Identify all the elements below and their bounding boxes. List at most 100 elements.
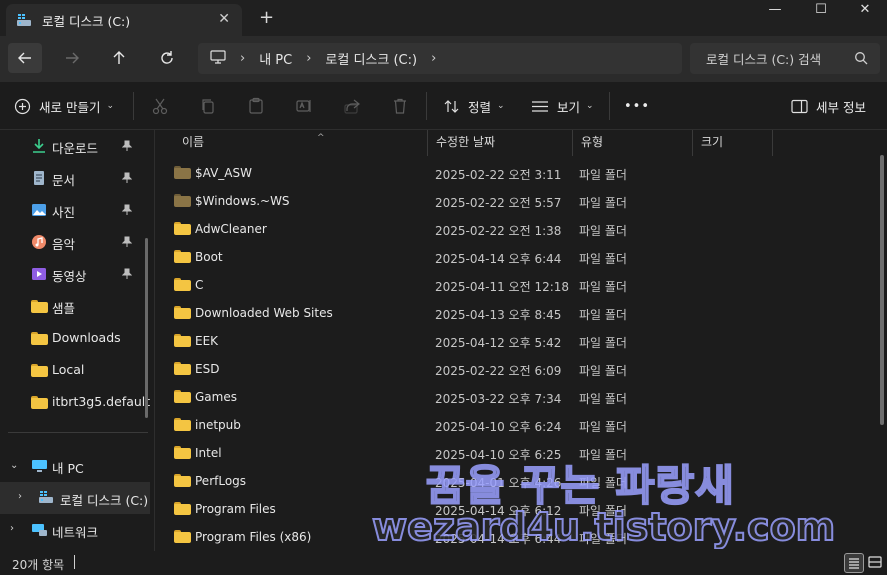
table-row[interactable]: C 2025-04-11 오전 12:18 파일 폴더 xyxy=(156,271,887,299)
sidebar-item-label: 네트워크 xyxy=(52,525,99,540)
chevron-right-icon[interactable]: › xyxy=(10,523,14,534)
sidebar-item-network[interactable]: › 네트워크 xyxy=(0,514,150,546)
details-view-button[interactable] xyxy=(844,553,864,573)
sidebar-item[interactable]: 문서 xyxy=(0,162,150,194)
sidebar-item[interactable]: Local xyxy=(0,354,150,386)
table-row[interactable]: $Windows.~WS 2025-02-22 오전 5:57 파일 폴더 xyxy=(156,187,887,215)
file-name: inetpub xyxy=(195,418,241,432)
table-row[interactable]: Games 2025-03-22 오후 7:34 파일 폴더 xyxy=(156,383,887,411)
refresh-button[interactable] xyxy=(150,43,184,73)
file-date: 2025-02-22 오전 1:38 xyxy=(435,224,562,238)
column-header-size[interactable]: 크기 xyxy=(693,130,773,156)
sidebar-item[interactable]: 사진 xyxy=(0,194,150,226)
view-button[interactable]: 보기 ⌄ xyxy=(531,82,594,130)
folder-icon xyxy=(174,306,191,319)
details-view-icon xyxy=(849,558,859,569)
column-header-type[interactable]: 유형 xyxy=(573,130,693,156)
tab-close-icon[interactable]: ✕ xyxy=(218,11,230,27)
file-type: 파일 폴더 xyxy=(579,336,627,350)
sidebar-item[interactable]: 샘플 xyxy=(0,290,150,322)
back-button[interactable] xyxy=(8,43,42,73)
minimize-button[interactable]: — xyxy=(752,0,798,22)
file-name: Boot xyxy=(195,250,223,264)
sidebar-scrollbar[interactable] xyxy=(145,238,148,418)
cut-icon[interactable] xyxy=(151,97,169,115)
download-icon xyxy=(31,138,47,154)
file-name: $AV_ASW xyxy=(195,166,252,180)
file-type: 파일 폴더 xyxy=(579,280,627,294)
share-icon[interactable] xyxy=(343,97,361,115)
drive-icon xyxy=(16,13,32,27)
table-row[interactable]: ESD 2025-02-22 오전 6:09 파일 폴더 xyxy=(156,355,887,383)
breadcrumb-local-disk[interactable]: 로컬 디스크 (C:) xyxy=(325,49,417,68)
sidebar-item[interactable]: 다운로드 xyxy=(0,130,150,162)
sidebar-item-this-pc[interactable]: ⌄ 내 PC xyxy=(0,450,150,482)
new-button[interactable]: 새로 만들기 ⌄ xyxy=(14,82,114,130)
folder-icon xyxy=(174,418,191,431)
watermark-title: 꿈을 꾸는 파랑새 xyxy=(425,460,735,511)
column-header-name[interactable]: ^ 이름 xyxy=(174,130,428,156)
table-row[interactable]: inetpub 2025-04-10 오후 6:24 파일 폴더 xyxy=(156,411,887,439)
table-row[interactable]: Boot 2025-04-14 오후 6:44 파일 폴더 xyxy=(156,243,887,271)
title-bar: 로컬 디스크 (C:) ✕ + — ☐ ✕ xyxy=(0,0,887,36)
paste-icon[interactable] xyxy=(247,97,265,115)
file-name: EEK xyxy=(195,334,219,348)
sidebar-item[interactable]: 음악 xyxy=(0,226,150,258)
file-name: Games xyxy=(195,390,237,404)
table-row[interactable]: Downloaded Web Sites 2025-04-13 오후 8:45 파일… xyxy=(156,299,887,327)
address-bar[interactable]: › 내 PC › 로컬 디스크 (C:) › xyxy=(198,43,682,74)
folder-icon xyxy=(174,530,191,543)
breadcrumb-separator[interactable]: › xyxy=(431,51,436,66)
copy-icon[interactable] xyxy=(199,97,217,115)
column-label: 크기 xyxy=(701,135,724,149)
file-type: 파일 폴더 xyxy=(579,308,627,322)
chevron-down-icon[interactable]: ⌄ xyxy=(10,460,18,471)
delete-icon[interactable] xyxy=(391,97,409,115)
folder-icon xyxy=(174,474,191,487)
more-options-button[interactable]: ••• xyxy=(624,82,650,130)
details-pane-button[interactable]: 세부 정보 xyxy=(791,82,866,130)
folder-icon xyxy=(174,362,191,375)
chevron-right-icon[interactable]: › xyxy=(18,491,22,502)
new-tab-button[interactable]: + xyxy=(259,7,274,28)
navigation-pane: 다운로드문서사진 음악 동영상샘플 Downloads Local itbrt3g5.de… xyxy=(0,130,155,551)
table-row[interactable]: $AV_ASW 2025-02-22 오전 3:11 파일 폴더 xyxy=(156,159,887,187)
music-icon xyxy=(31,234,47,250)
details-pane-icon xyxy=(791,99,808,113)
file-date: 2025-04-10 오후 6:24 xyxy=(435,420,562,434)
file-date: 2025-04-12 오후 5:42 xyxy=(435,336,562,350)
video-icon xyxy=(31,266,47,282)
tab-local-disk[interactable]: 로컬 디스크 (C:) ✕ xyxy=(6,4,242,36)
file-name: AdwCleaner xyxy=(195,222,267,236)
rename-icon[interactable] xyxy=(295,97,313,115)
file-list-scrollbar[interactable] xyxy=(880,155,884,425)
sidebar-item-label: 샘플 xyxy=(52,301,76,316)
table-row[interactable]: AdwCleaner 2025-02-22 오전 1:38 파일 폴더 xyxy=(156,215,887,243)
chevron-down-icon: ⌄ xyxy=(497,101,505,111)
sidebar-item-label: Local xyxy=(52,362,85,377)
close-button[interactable]: ✕ xyxy=(842,0,887,22)
sidebar-item[interactable]: Downloads xyxy=(0,322,150,354)
monitor-icon xyxy=(210,49,226,68)
network-icon xyxy=(31,522,47,538)
file-date: 2025-02-22 오전 5:57 xyxy=(435,196,562,210)
file-name: Program Files xyxy=(195,502,276,516)
forward-button[interactable] xyxy=(55,43,89,73)
search-input[interactable]: 로컬 디스크 (C:) 검색 xyxy=(690,43,880,74)
sort-button[interactable]: 정렬 ⌄ xyxy=(443,82,505,130)
sidebar-item-local-disk[interactable]: › 로컬 디스크 (C:) xyxy=(0,482,150,514)
column-header-date[interactable]: 수정한 날짜 xyxy=(428,130,573,156)
table-row[interactable]: EEK 2025-04-12 오후 5:42 파일 폴더 xyxy=(156,327,887,355)
document-icon xyxy=(31,170,47,186)
tiles-view-button[interactable] xyxy=(866,553,886,573)
maximize-button[interactable]: ☐ xyxy=(798,0,844,22)
up-button[interactable] xyxy=(102,43,136,73)
monitor-icon xyxy=(31,458,47,474)
sidebar-item[interactable]: itbrt3g5.default xyxy=(0,386,150,418)
tiles-view-icon xyxy=(868,556,882,568)
sidebar-item-label: 문서 xyxy=(52,173,76,188)
divider xyxy=(133,92,134,120)
folder-icon xyxy=(174,446,191,459)
sidebar-item[interactable]: 동영상 xyxy=(0,258,150,290)
breadcrumb-this-pc[interactable]: 내 PC xyxy=(259,49,292,68)
